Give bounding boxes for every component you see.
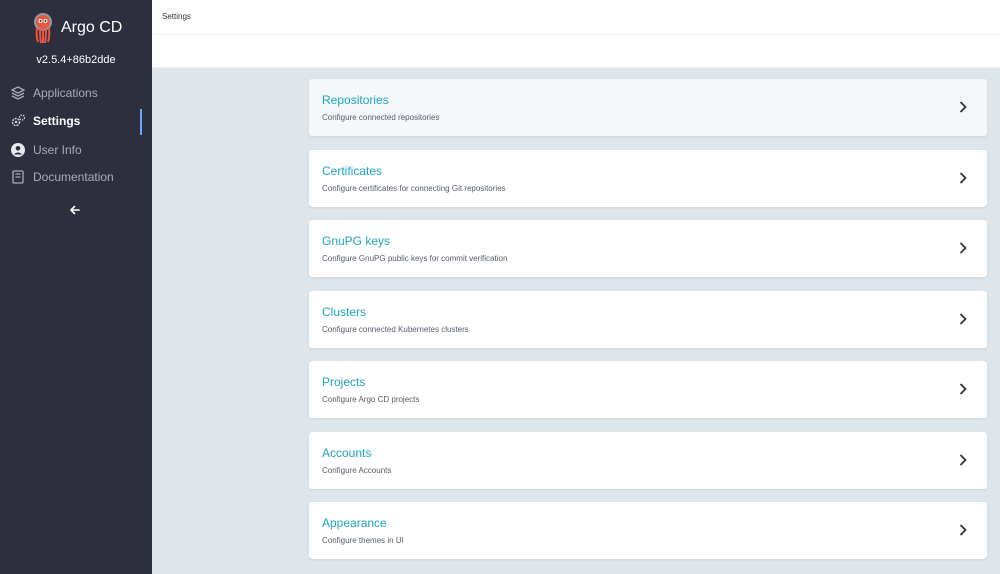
chevron-right-icon [957, 240, 969, 256]
collapse-sidebar-button[interactable] [66, 202, 84, 218]
chevron-right-icon [957, 99, 969, 115]
card-description: Configure connected Kubernetes clusters [322, 325, 469, 334]
sidebar-item-label: Documentation [33, 170, 114, 184]
sidebar-item-label: Applications [33, 86, 98, 100]
brand-name: Argo CD [61, 19, 123, 36]
top-bar-divider [152, 34, 1000, 35]
settings-card-repositories[interactable]: Repositories Configure connected reposit… [309, 79, 987, 136]
card-description: Configure GnuPG public keys for commit v… [322, 254, 508, 263]
card-description: Configure Argo CD projects [322, 395, 420, 404]
argo-octopus-logo-icon [34, 13, 52, 44]
chevron-right-icon [957, 311, 969, 327]
settings-card-projects[interactable]: Projects Configure Argo CD projects [309, 361, 987, 418]
sidebar-item-documentation[interactable]: Documentation [0, 164, 152, 190]
top-bar: Settings [152, 0, 1000, 68]
settings-card-gnupg-keys[interactable]: GnuPG keys Configure GnuPG public keys f… [309, 220, 987, 277]
sidebar-item-settings[interactable]: Settings [0, 108, 152, 135]
settings-card-appearance[interactable]: Appearance Configure themes in UI [309, 502, 987, 559]
gears-icon [10, 113, 26, 129]
sidebar: Argo CD v2.5.4+86b2dde Applications Sett… [0, 0, 152, 574]
sidebar-item-label: User Info [33, 143, 82, 157]
chevron-right-icon [957, 452, 969, 468]
chevron-right-icon [957, 170, 969, 186]
card-title: Projects [322, 375, 366, 389]
card-title: Clusters [322, 305, 367, 319]
arrow-left-icon [70, 205, 80, 215]
card-title: Certificates [322, 164, 383, 178]
settings-card-certificates[interactable]: Certificates Configure certificates for … [309, 150, 987, 207]
book-icon [10, 169, 26, 185]
sidebar-item-label: Settings [33, 114, 81, 128]
version-label: v2.5.4+86b2dde [36, 54, 116, 66]
chevron-right-icon [957, 381, 969, 397]
card-title: Repositories [322, 93, 389, 107]
card-description: Configure certificates for connecting Gi… [322, 184, 506, 193]
chevron-right-icon [957, 522, 969, 538]
layers-icon [10, 85, 26, 101]
card-description: Configure themes in UI [322, 536, 404, 545]
card-description: Configure Accounts [322, 466, 392, 475]
logo[interactable]: Argo CD [30, 12, 122, 44]
card-description: Configure connected repositories [322, 113, 440, 122]
sidebar-item-applications[interactable]: Applications [0, 80, 152, 106]
settings-card-clusters[interactable]: Clusters Configure connected Kubernetes … [309, 291, 987, 348]
settings-card-accounts[interactable]: Accounts Configure Accounts [309, 432, 987, 489]
sidebar-item-user-info[interactable]: User Info [0, 137, 152, 163]
card-title: Appearance [322, 516, 387, 530]
card-title: GnuPG keys [322, 234, 391, 248]
breadcrumb: Settings [162, 12, 191, 21]
card-title: Accounts [322, 446, 372, 460]
user-circle-icon [10, 142, 26, 158]
